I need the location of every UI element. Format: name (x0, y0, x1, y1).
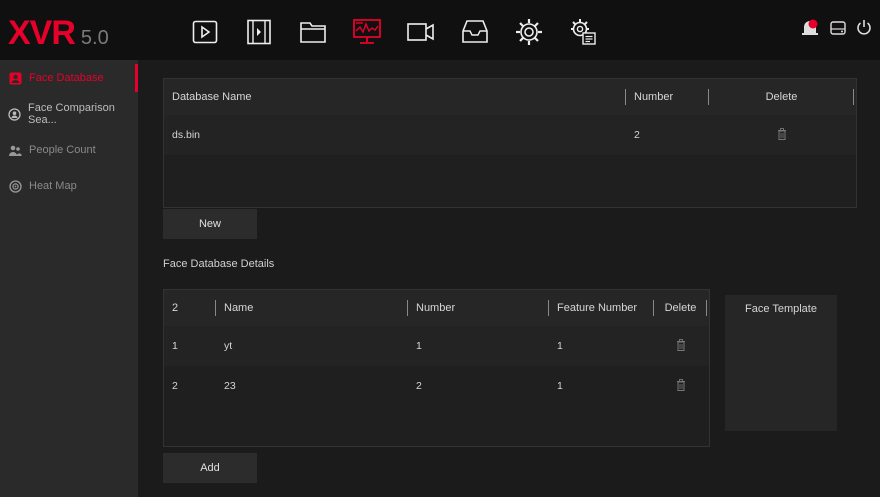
top-bar: XVR 5.0 (0, 0, 880, 60)
heatmap-icon (8, 179, 22, 193)
table-row[interactable]: ds.bin 2 (164, 115, 856, 155)
row-name-cell: yt (224, 340, 233, 352)
column-name: Name (216, 290, 408, 326)
sidebar-item-label: People Count (29, 144, 96, 156)
face-icon (8, 71, 22, 85)
monitor-chart-icon[interactable] (340, 12, 394, 52)
column-delete: Delete (709, 79, 854, 115)
camera-icon[interactable] (394, 12, 448, 52)
column-number: Number (408, 290, 549, 326)
row-number-cell: 1 (416, 340, 422, 352)
details-title: Face Database Details (163, 258, 275, 270)
row-index-cell: 1 (172, 340, 178, 352)
delete-cell (654, 366, 707, 406)
face-template-panel: Face Template (725, 295, 837, 431)
table-header: Database Name Number Delete (164, 79, 856, 115)
row-feature-cell: 1 (557, 380, 563, 392)
row-index-cell: 2 (172, 380, 178, 392)
column-delete: Delete (654, 290, 707, 326)
playback-icon[interactable] (178, 12, 232, 52)
column-number: Number (626, 79, 709, 115)
sidebar-item-label: Heat Map (29, 180, 77, 192)
database-number-cell: 2 (634, 129, 640, 141)
trash-icon[interactable] (777, 127, 787, 143)
database-name-cell: ds.bin (172, 129, 201, 141)
sidebar: Face Database Face Comparison Sea... Peo… (0, 60, 138, 497)
sidebar-item-face-database[interactable]: Face Database (0, 60, 138, 96)
table-row[interactable]: 2 23 2 1 (164, 366, 709, 406)
trash-icon[interactable] (676, 378, 686, 394)
details-table: 2 Name Number Feature Number Delete 1 yt… (163, 289, 710, 447)
settings-list-icon[interactable] (556, 12, 610, 52)
row-number-cell: 2 (416, 380, 422, 392)
row-name-cell: 23 (224, 380, 236, 392)
face-search-icon (8, 107, 21, 121)
new-button[interactable]: New (163, 209, 257, 239)
main-nav (178, 12, 610, 52)
table-row[interactable]: 1 yt 1 1 (164, 326, 709, 366)
sidebar-item-people-count[interactable]: People Count (0, 132, 138, 168)
column-count: 2 (164, 290, 216, 326)
database-table: Database Name Number Delete ds.bin 2 (163, 78, 857, 208)
disk-icon[interactable] (830, 20, 846, 41)
row-feature-cell: 1 (557, 340, 563, 352)
alarm-icon[interactable] (800, 18, 820, 43)
add-button[interactable]: Add (163, 453, 257, 483)
trash-icon[interactable] (676, 338, 686, 354)
folder-icon[interactable] (286, 12, 340, 52)
delete-cell (709, 115, 854, 155)
sidebar-item-heat-map[interactable]: Heat Map (0, 168, 138, 204)
column-database-name: Database Name (164, 79, 626, 115)
column-feature-number: Feature Number (549, 290, 654, 326)
top-right-controls (800, 18, 872, 43)
power-icon[interactable] (856, 19, 872, 42)
gear-icon[interactable] (502, 12, 556, 52)
app-logo: XVR 5.0 (8, 14, 109, 52)
sidebar-item-label: Face Comparison Sea... (28, 102, 115, 126)
film-icon[interactable] (232, 12, 286, 52)
sidebar-item-label: Face Database (29, 72, 104, 84)
delete-cell (654, 326, 707, 366)
main-panel: Database Name Number Delete ds.bin 2 New… (138, 60, 880, 497)
storage-icon[interactable] (448, 12, 502, 52)
sidebar-item-face-comparison[interactable]: Face Comparison Sea... (0, 96, 138, 132)
people-icon (8, 143, 22, 157)
face-template-title: Face Template (745, 303, 817, 315)
table-header: 2 Name Number Feature Number Delete (164, 290, 709, 326)
